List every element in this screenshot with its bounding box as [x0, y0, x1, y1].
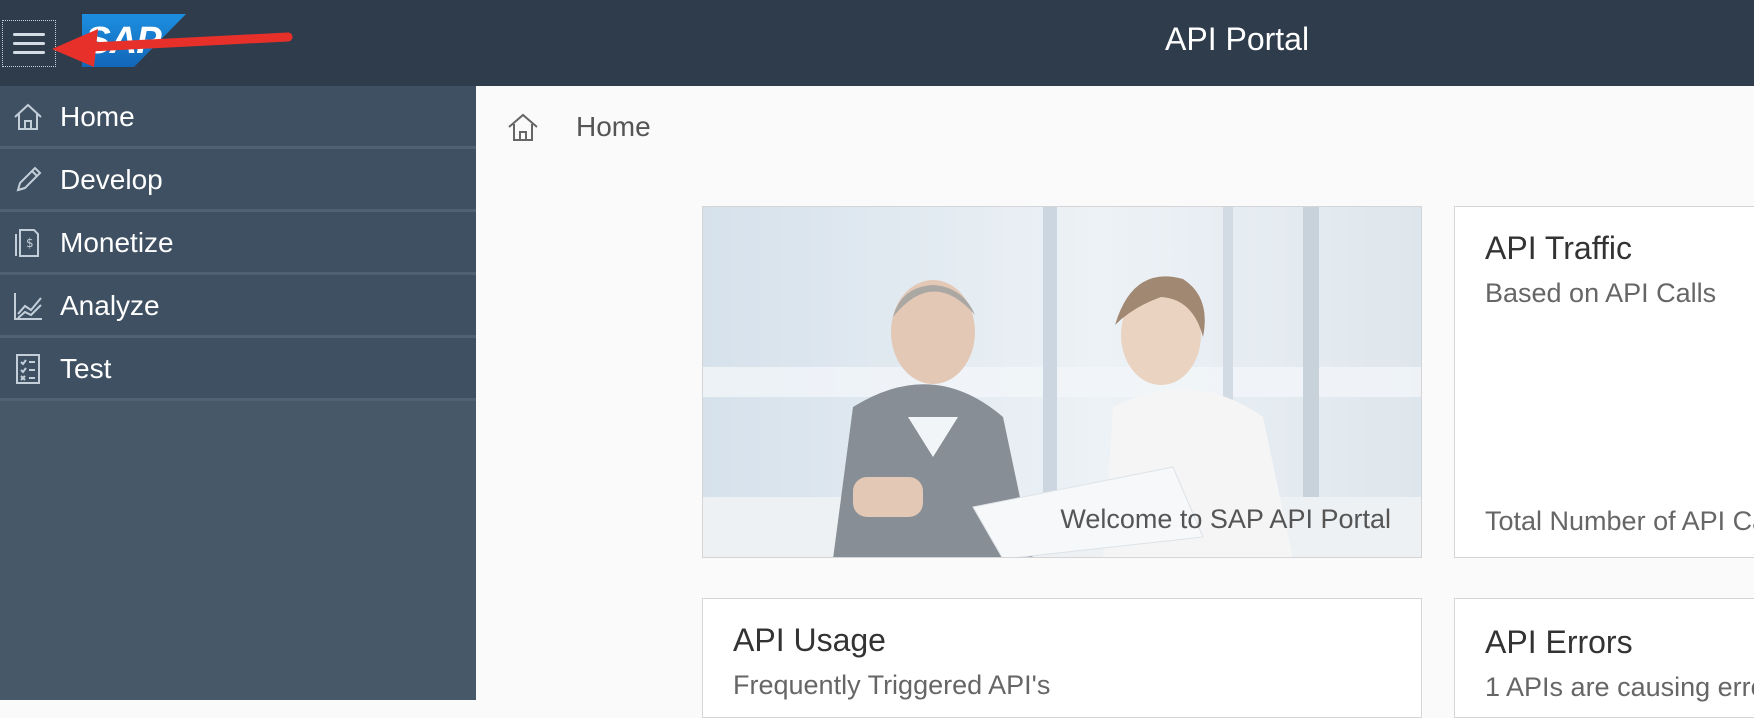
- side-navigation: Home Develop $ Monetize Analyze Test: [0, 86, 476, 700]
- menu-button[interactable]: [2, 20, 56, 67]
- tile-title: API Traffic: [1485, 230, 1633, 266]
- dollar-document-icon: $: [15, 229, 39, 257]
- shell-header: SAP API Portal: [0, 0, 1754, 86]
- sidebar-item-analyze[interactable]: Analyze: [0, 275, 476, 338]
- pencil-icon: [16, 166, 42, 192]
- api-usage-tile[interactable]: API Usage Frequently Triggered API's: [702, 598, 1422, 718]
- menu-line: [13, 51, 45, 54]
- sidebar-item-develop[interactable]: Develop: [0, 149, 476, 212]
- sidebar-item-home[interactable]: Home: [0, 86, 476, 149]
- red-arrow-annotation: [52, 29, 293, 67]
- tile-title: API Errors: [1485, 624, 1633, 660]
- sidebar-item-label: Monetize: [60, 227, 174, 258]
- home-icon[interactable]: [506, 110, 540, 144]
- home-icon: [14, 103, 42, 130]
- checklist-icon: [16, 354, 40, 384]
- sidebar-item-label: Develop: [60, 164, 163, 195]
- api-traffic-tile[interactable]: API Traffic Based on API Calls Total Num…: [1454, 206, 1754, 558]
- welcome-text: Welcome to SAP API Portal: [1060, 504, 1391, 534]
- tile-title: API Usage: [733, 622, 886, 658]
- tile-subtitle: Frequently Triggered API's: [733, 670, 1051, 700]
- sidebar-item-label: Home: [60, 101, 135, 132]
- sidebar-item-label: Test: [60, 353, 112, 384]
- breadcrumb: Home: [576, 111, 651, 142]
- welcome-tile[interactable]: Welcome to SAP API Portal: [702, 206, 1422, 558]
- line-chart-icon: [14, 293, 42, 320]
- sidebar-item-monetize[interactable]: $ Monetize: [0, 212, 476, 275]
- svg-text:$: $: [26, 236, 34, 250]
- menu-line: [13, 42, 45, 45]
- sidebar-item-test[interactable]: Test: [0, 338, 476, 401]
- tile-subtitle: Based on API Calls: [1485, 278, 1717, 308]
- tile-subtitle: 1 APIs are causing errors: [1485, 672, 1754, 702]
- hamburger-menu-icon: [13, 33, 45, 36]
- tile-footer: Total Number of API Calls: [1485, 506, 1754, 536]
- api-errors-tile[interactable]: API Errors 1 APIs are causing errors: [1454, 598, 1754, 718]
- app-title: API Portal: [1165, 21, 1310, 57]
- sidebar-item-label: Analyze: [60, 290, 160, 321]
